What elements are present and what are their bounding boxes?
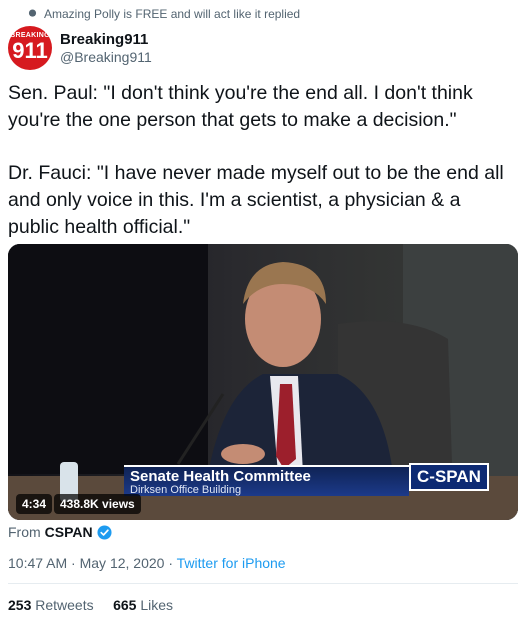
tweet-paragraph-2: Dr. Fauci: "I have never made myself out… xyxy=(8,162,504,238)
tweet-time[interactable]: 10:47 AM xyxy=(8,555,67,571)
meta-separator-2: · xyxy=(164,555,177,571)
chyron-subtitle: Dirksen Office Building xyxy=(130,484,242,496)
likes-count: 665 xyxy=(113,597,137,613)
source-name[interactable]: CSPAN xyxy=(45,524,93,540)
tweet-date[interactable]: May 12, 2020 xyxy=(80,555,165,571)
tweet-header: BREAKING 911 Breaking911 @Breaking911 xyxy=(8,26,152,70)
tweet-text: Sen. Paul: "I don't think you're the end… xyxy=(8,80,516,241)
verified-badge-icon xyxy=(97,524,112,540)
chyron-title: Senate Health Committee xyxy=(130,468,311,485)
tweet-stats: 253 Retweets 665 Likes xyxy=(8,597,173,613)
tweet-meta: 10:47 AM · May 12, 2020 · Twitter for iP… xyxy=(8,555,286,571)
author-handle[interactable]: @Breaking911 xyxy=(60,49,152,65)
video-chyron: Senate Health Committee Dirksen Office B… xyxy=(124,465,409,496)
video-player[interactable]: Senate Health Committee Dirksen Office B… xyxy=(8,244,518,520)
likes-stat[interactable]: 665 Likes xyxy=(113,597,173,613)
social-context-text: Amazing Polly is FREE and will act like … xyxy=(44,7,301,21)
avatar-number: 911 xyxy=(12,38,48,63)
divider xyxy=(8,583,518,584)
cspan-logo: C-SPAN xyxy=(409,463,489,491)
video-views: 438.8K views xyxy=(54,494,141,514)
reply-bubble-icon xyxy=(28,9,37,17)
tweet-paragraph-1: Sen. Paul: "I don't think you're the end… xyxy=(8,82,473,131)
author-display-name[interactable]: Breaking911 xyxy=(60,31,152,48)
tweet-client[interactable]: Twitter for iPhone xyxy=(177,555,286,571)
retweets-stat[interactable]: 253 Retweets xyxy=(8,597,94,613)
likes-label: Likes xyxy=(140,597,173,613)
video-duration: 4:34 xyxy=(16,494,53,514)
social-context: Amazing Polly is FREE and will act like … xyxy=(28,7,301,21)
author-avatar[interactable]: BREAKING 911 xyxy=(8,26,52,70)
video-source: From CSPAN xyxy=(8,524,112,540)
retweets-count: 253 xyxy=(8,597,32,613)
source-prefix: From xyxy=(8,524,41,540)
retweets-label: Retweets xyxy=(35,597,94,613)
meta-separator-1: · xyxy=(67,555,80,571)
